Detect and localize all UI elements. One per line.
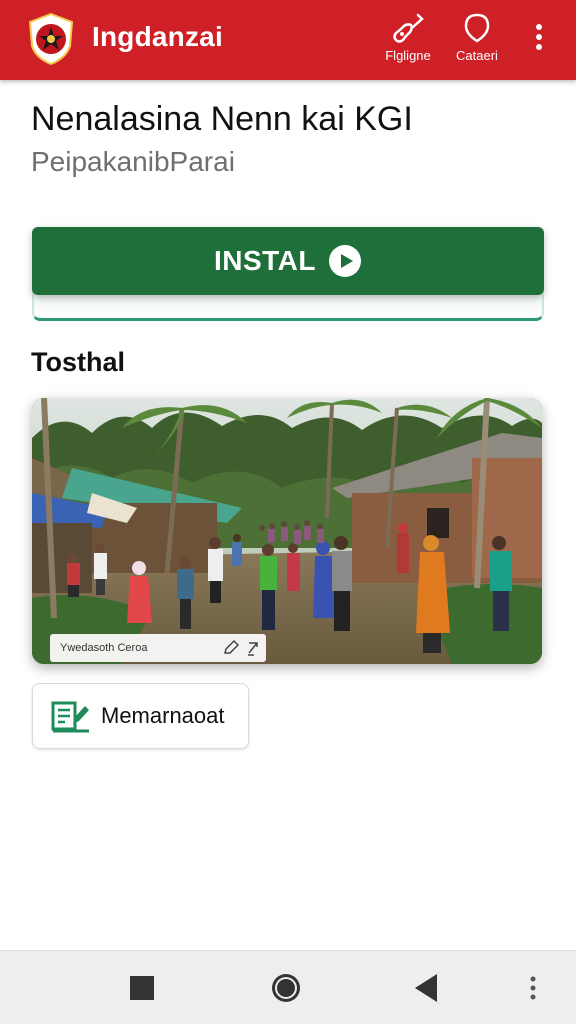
install-button[interactable]: INSTAL — [32, 227, 544, 295]
recents-button[interactable] — [112, 951, 172, 1025]
page-title: Nenalasina Nenn kai KGI — [31, 100, 413, 138]
section-title: Tosthal — [31, 347, 125, 377]
back-triangle-icon — [415, 974, 437, 1002]
photo-caption-chip: Ywedasoth Ceroa — [50, 634, 266, 662]
share-icon[interactable] — [244, 639, 262, 657]
photo-caption: Ywedasoth Ceroa — [60, 642, 148, 654]
home-button[interactable] — [256, 951, 316, 1025]
memarnaoat-button[interactable]: Memarnaoat — [32, 683, 249, 749]
marker-action-button[interactable]: Cataeri — [442, 12, 512, 72]
memarnaoat-label: Memarnaoat — [101, 703, 225, 728]
marker-icon — [464, 13, 490, 43]
guitar-icon — [393, 13, 424, 43]
install-label: INSTAL — [213, 245, 317, 276]
more-vert-icon — [530, 976, 536, 1000]
more-vert-icon[interactable] — [526, 20, 552, 56]
home-circle-icon — [272, 974, 300, 1002]
back-button[interactable] — [396, 951, 456, 1025]
system-nav-bar — [0, 950, 576, 1024]
village-photo[interactable]: Ywedasoth Ceroa — [32, 398, 542, 664]
page-subtitle: PeipakanibParai — [31, 146, 235, 177]
play-circle-icon — [329, 245, 362, 277]
nav-overflow-button[interactable] — [518, 951, 548, 1025]
app-bar: Ingdanzai Flgligne Cataeri — [0, 0, 576, 80]
village-scene-image — [32, 398, 542, 664]
document-edit-icon — [51, 701, 89, 733]
emblem-logo-icon[interactable] — [26, 12, 76, 66]
recents-square-icon — [130, 976, 154, 1000]
edit-icon[interactable] — [222, 639, 240, 657]
app-title: Ingdanzai — [92, 21, 223, 52]
guitar-action-button[interactable]: Flgligne — [373, 12, 443, 72]
install-container: INSTAL — [32, 227, 544, 323]
guitar-action-label: Flgligne — [385, 48, 431, 63]
marker-action-label: Cataeri — [456, 48, 498, 63]
